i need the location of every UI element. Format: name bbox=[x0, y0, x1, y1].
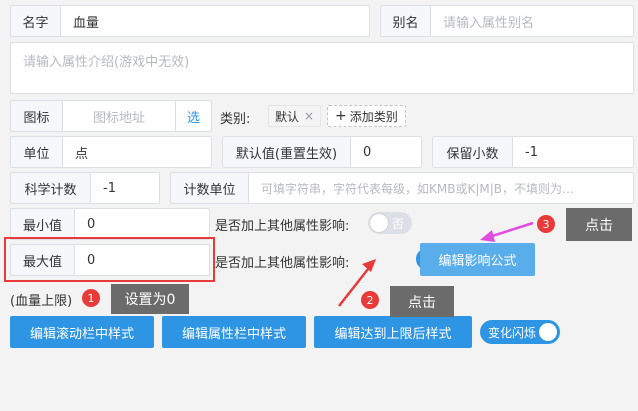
annotation-arrows bbox=[338, 221, 534, 307]
arrow-icon bbox=[338, 259, 376, 307]
arrow-icon bbox=[480, 221, 534, 242]
